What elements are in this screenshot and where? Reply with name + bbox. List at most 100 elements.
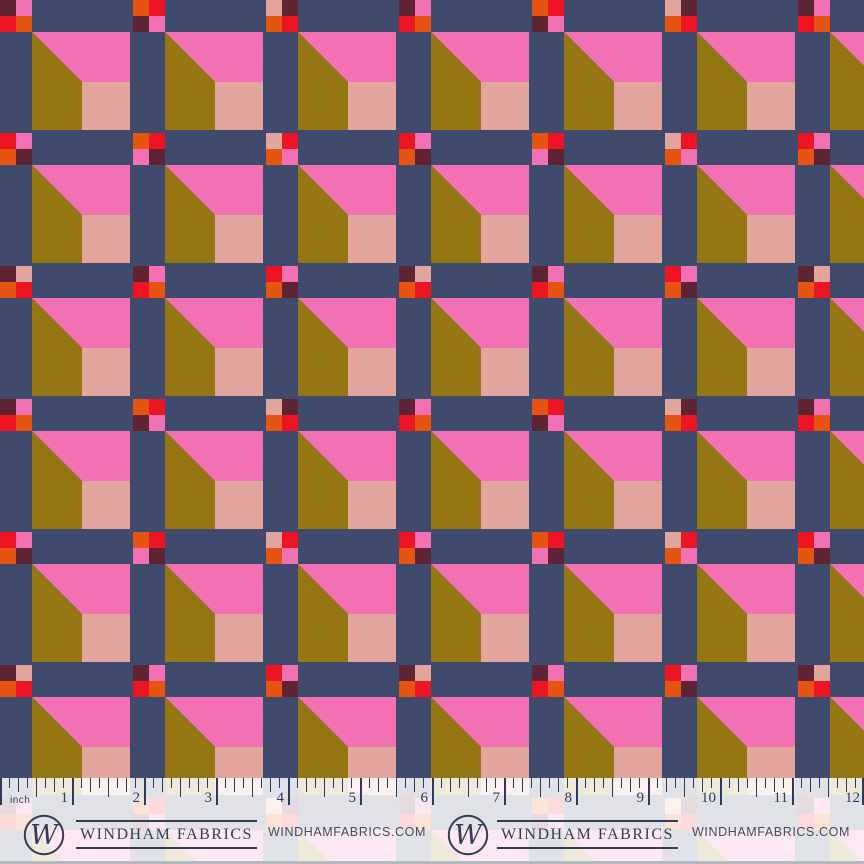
fabric-pattern: [0, 0, 864, 864]
ruler-unit-label: inch: [10, 795, 31, 806]
attic-window-cube: [298, 431, 396, 529]
ruler-tick: [306, 778, 307, 792]
ruler-tick: [666, 778, 667, 792]
fabric-block: [532, 266, 665, 399]
fabric-block: [665, 266, 798, 399]
ruler-tick: [225, 778, 226, 788]
corner-square: [16, 415, 32, 431]
attic-window-cube: [431, 32, 529, 130]
ruler-tick: [27, 778, 28, 788]
corner-four-patch: [0, 399, 32, 431]
corner-square: [548, 681, 564, 697]
corner-square: [548, 149, 564, 165]
ruler-tick: [549, 778, 550, 788]
corner-square: [798, 16, 814, 32]
corner-square: [282, 415, 298, 431]
corner-square: [798, 548, 814, 564]
corner-four-patch: [399, 0, 431, 32]
fabric-block: [133, 266, 266, 399]
corner-square: [814, 399, 830, 415]
ruler-tick: [342, 778, 343, 792]
ruler-tick: [189, 778, 190, 788]
corner-square: [266, 16, 282, 32]
fabric-block: [399, 266, 532, 399]
ruler-number: 1: [60, 790, 69, 806]
corner-square: [548, 399, 564, 415]
ruler-tick: [738, 778, 739, 792]
corner-square: [282, 149, 298, 165]
corner-square: [399, 548, 415, 564]
ruler-tick: [855, 778, 856, 788]
corner-square: [0, 681, 16, 697]
corner-square: [399, 415, 415, 431]
corner-square: [282, 399, 298, 415]
corner-square: [548, 16, 564, 32]
corner-four-patch: [0, 665, 32, 697]
attic-window-cube: [697, 431, 795, 529]
ruler-tick: [837, 778, 838, 788]
corner-square: [0, 548, 16, 564]
corner-square: [681, 399, 697, 415]
ruler-tick: [387, 778, 388, 788]
corner-four-patch: [665, 0, 697, 32]
ruler-number: 3: [204, 790, 213, 806]
cube-window: [481, 481, 529, 529]
fabric-block: [133, 133, 266, 266]
corner-square: [149, 548, 165, 564]
corner-square: [681, 266, 697, 282]
ruler-tick: [711, 778, 712, 788]
ruler-tick: [495, 778, 496, 788]
corner-square: [532, 681, 548, 697]
corner-square: [814, 665, 830, 681]
corner-square: [266, 681, 282, 697]
corner-square: [399, 16, 415, 32]
corner-four-patch: [133, 0, 165, 32]
corner-square: [282, 16, 298, 32]
cube-window: [215, 481, 263, 529]
ruler-number: 6: [420, 790, 429, 806]
ruler-tick: [198, 778, 199, 792]
corner-square: [665, 399, 681, 415]
corner-square: [415, 282, 431, 298]
fabric-block: [0, 0, 133, 133]
corner-square: [532, 532, 548, 548]
ruler-number: 2: [132, 790, 141, 806]
corner-square: [532, 399, 548, 415]
corner-square: [282, 0, 298, 16]
fabric-block: [133, 532, 266, 665]
corner-square: [133, 548, 149, 564]
cube-window: [614, 614, 662, 662]
corner-four-patch: [532, 532, 564, 564]
cube-window: [82, 481, 130, 529]
ruler-tick: [369, 778, 370, 788]
fabric-block: [798, 532, 864, 665]
ruler-tick: [0, 778, 2, 805]
corner-square: [665, 16, 681, 32]
corner-square: [16, 149, 32, 165]
brand-name: WINDHAM FABRICS: [497, 820, 678, 849]
corner-square: [415, 266, 431, 282]
corner-square: [681, 681, 697, 697]
fabric-block: [399, 399, 532, 532]
corner-square: [798, 665, 814, 681]
corner-four-patch: [133, 266, 165, 298]
corner-square: [399, 149, 415, 165]
corner-square: [814, 133, 830, 149]
corner-square: [16, 16, 32, 32]
corner-square: [133, 0, 149, 16]
fabric-block: [665, 0, 798, 133]
attic-window-cube: [830, 431, 864, 529]
ruler-tick: [45, 778, 46, 788]
ruler-number: 5: [348, 790, 357, 806]
corner-square: [266, 532, 282, 548]
corner-square: [133, 665, 149, 681]
fabric-block: [532, 532, 665, 665]
corner-square: [149, 16, 165, 32]
fabric-block: [266, 399, 399, 532]
ruler-tick: [144, 778, 146, 805]
corner-four-patch: [399, 133, 431, 165]
ruler-tick: [594, 778, 595, 792]
ruler-tick: [729, 778, 730, 788]
ruler-tick: [126, 778, 127, 792]
attic-window-cube: [298, 32, 396, 130]
